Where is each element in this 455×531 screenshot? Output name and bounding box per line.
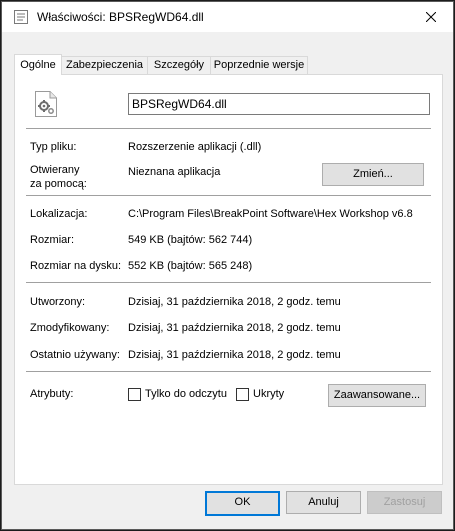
opens-with-label-line2: za pomocą: — [30, 178, 87, 190]
modified-value: Dzisiaj, 31 października 2018, 2 godz. t… — [128, 322, 341, 334]
created-label: Utworzony: — [30, 296, 86, 308]
advanced-button[interactable]: Zaawansowane... — [328, 384, 426, 407]
attributes-label: Atrybuty: — [30, 388, 74, 400]
close-button[interactable] — [408, 2, 453, 32]
readonly-checkbox[interactable] — [128, 388, 141, 401]
tab-general[interactable]: Ogólne — [14, 54, 62, 75]
close-icon — [425, 12, 436, 22]
file-name-field[interactable]: BPSRegWD64.dll — [128, 93, 430, 115]
readonly-label[interactable]: Tylko do odczytu — [145, 388, 227, 400]
divider — [26, 371, 431, 372]
divider — [26, 128, 431, 129]
size-on-disk-label: Rozmiar na dysku: — [30, 260, 122, 272]
created-value: Dzisiaj, 31 października 2018, 2 godz. t… — [128, 296, 341, 308]
tab-security[interactable]: Zabezpieczenia — [61, 56, 148, 74]
tab-previous-versions[interactable]: Poprzednie wersje — [210, 56, 308, 74]
opens-with-value: Nieznana aplikacja — [128, 166, 221, 178]
location-value: C:\Program Files\BreakPoint Software\Hex… — [128, 208, 413, 220]
hidden-checkbox[interactable] — [236, 388, 249, 401]
divider — [26, 282, 431, 283]
window-title: Właściwości: BPSRegWD64.dll — [37, 10, 204, 24]
hidden-label[interactable]: Ukryty — [253, 388, 284, 400]
apply-button[interactable]: Zastosuj — [367, 491, 442, 514]
dll-file-icon — [34, 90, 58, 121]
size-on-disk-value: 552 KB (bajtów: 565 248) — [128, 260, 253, 272]
tab-details[interactable]: Szczegóły — [147, 56, 211, 74]
accessed-value: Dzisiaj, 31 października 2018, 2 godz. t… — [128, 349, 341, 361]
general-tab-panel: BPSRegWD64.dll Typ pliku: Rozszerzenie a… — [14, 74, 443, 485]
cancel-button[interactable]: Anuluj — [286, 491, 361, 514]
type-value: Rozszerzenie aplikacji (.dll) — [128, 141, 262, 153]
title-bar[interactable]: Właściwości: BPSRegWD64.dll — [2, 2, 453, 32]
ok-button[interactable]: OK — [205, 491, 280, 516]
change-button[interactable]: Zmień... — [322, 163, 424, 186]
size-value: 549 KB (bajtów: 562 744) — [128, 234, 253, 246]
size-label: Rozmiar: — [30, 234, 75, 246]
properties-icon — [13, 9, 29, 25]
opens-with-label-line1: Otwierany — [30, 164, 80, 176]
divider — [26, 195, 431, 196]
accessed-label: Ostatnio używany: — [30, 349, 120, 361]
properties-window: Właściwości: BPSRegWD64.dll Ogólne Zabez… — [1, 1, 454, 530]
location-label: Lokalizacja: — [30, 208, 88, 220]
modified-label: Zmodyfikowany: — [30, 322, 110, 334]
type-label: Typ pliku: — [30, 141, 77, 153]
